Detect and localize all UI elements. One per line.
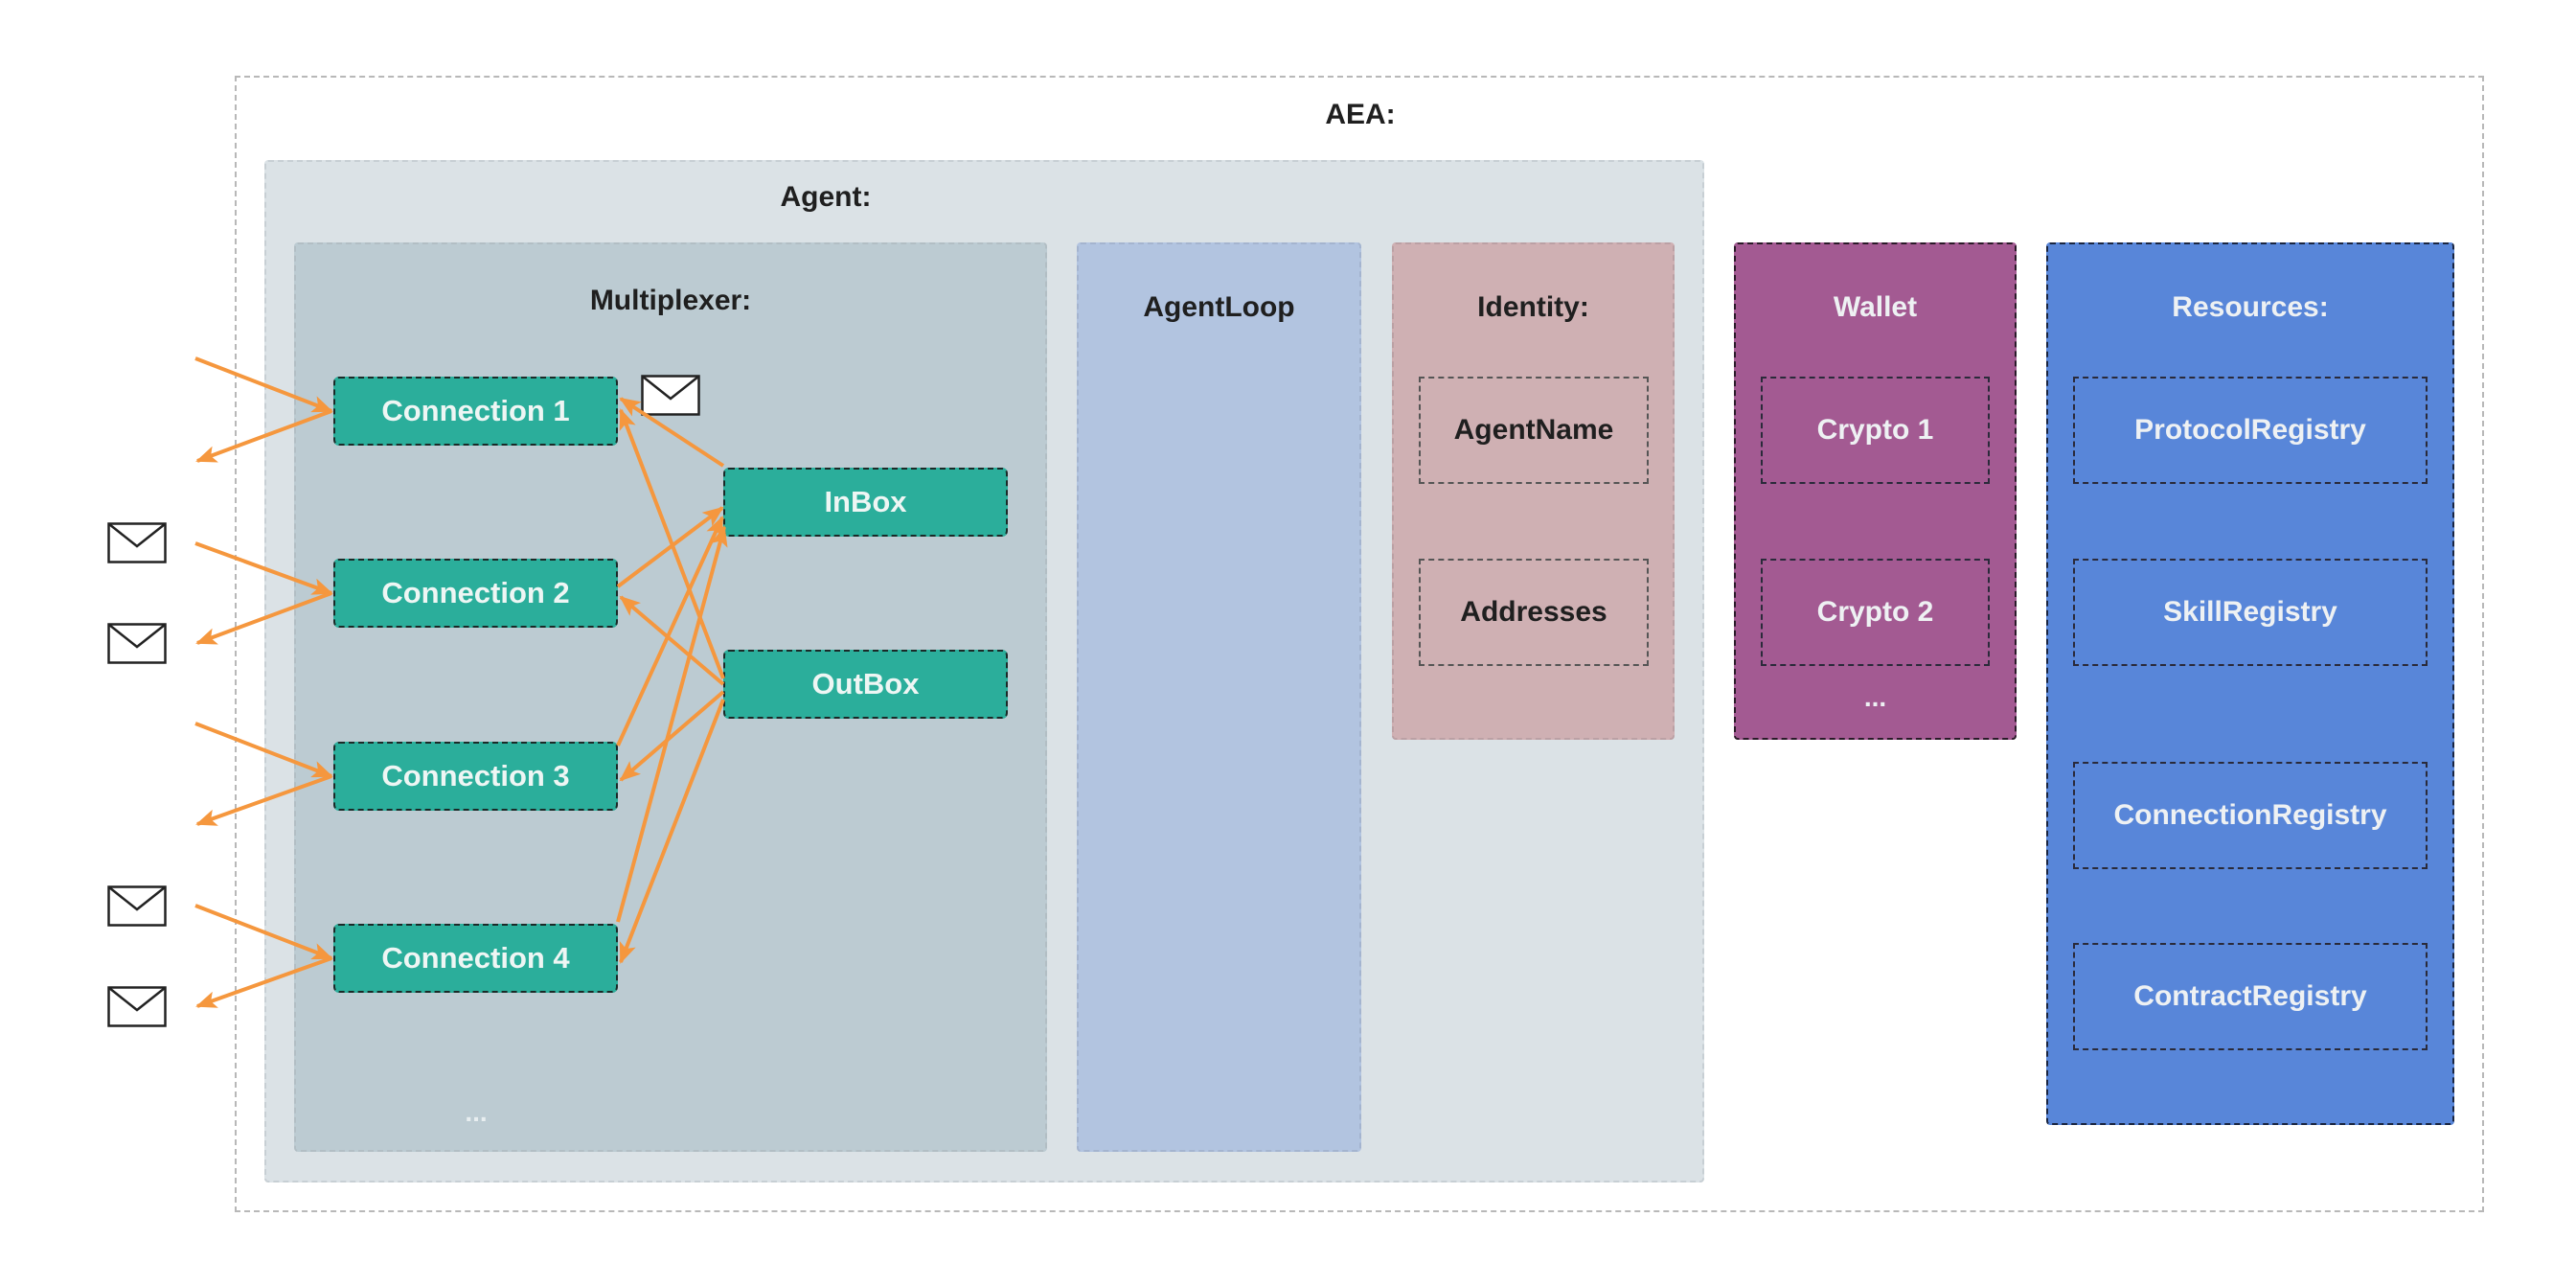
envelope-icon	[107, 623, 167, 664]
envelope-icon	[641, 375, 700, 416]
identity-addresses: Addresses	[1419, 559, 1649, 666]
multiplexer-title: Multiplexer:	[589, 285, 752, 316]
wallet-crypto-1: Crypto 1	[1761, 377, 1990, 484]
resources-title: Resources:	[2172, 291, 2329, 323]
connection-3[interactable]: Connection 3	[333, 742, 618, 811]
identity-title: Identity:	[1477, 291, 1589, 323]
resources-protocol-registry: ProtocolRegistry	[2073, 377, 2428, 484]
inbox[interactable]: InBox	[723, 468, 1008, 537]
agent-loop-panel	[1077, 242, 1361, 1152]
resources-connection-registry: ConnectionRegistry	[2073, 762, 2428, 869]
connection-4[interactable]: Connection 4	[333, 924, 618, 993]
resources-skill-registry: SkillRegistry	[2073, 559, 2428, 666]
envelope-icon	[107, 986, 167, 1027]
multiplexer-more: ...	[465, 1097, 488, 1127]
agent-title: Agent:	[780, 181, 872, 213]
envelope-icon	[107, 522, 167, 563]
wallet-crypto-2: Crypto 2	[1761, 559, 1990, 666]
connection-1[interactable]: Connection 1	[333, 377, 618, 446]
envelope-icon	[107, 885, 167, 927]
aea-title: AEA:	[1325, 99, 1396, 130]
resources-contract-registry: ContractRegistry	[2073, 943, 2428, 1050]
outbox[interactable]: OutBox	[723, 650, 1008, 719]
agent-loop-title: AgentLoop	[1143, 291, 1295, 323]
connection-2[interactable]: Connection 2	[333, 559, 618, 628]
identity-agent-name: AgentName	[1419, 377, 1649, 484]
wallet-title: Wallet	[1833, 291, 1918, 323]
wallet-more: ...	[1863, 682, 1887, 712]
